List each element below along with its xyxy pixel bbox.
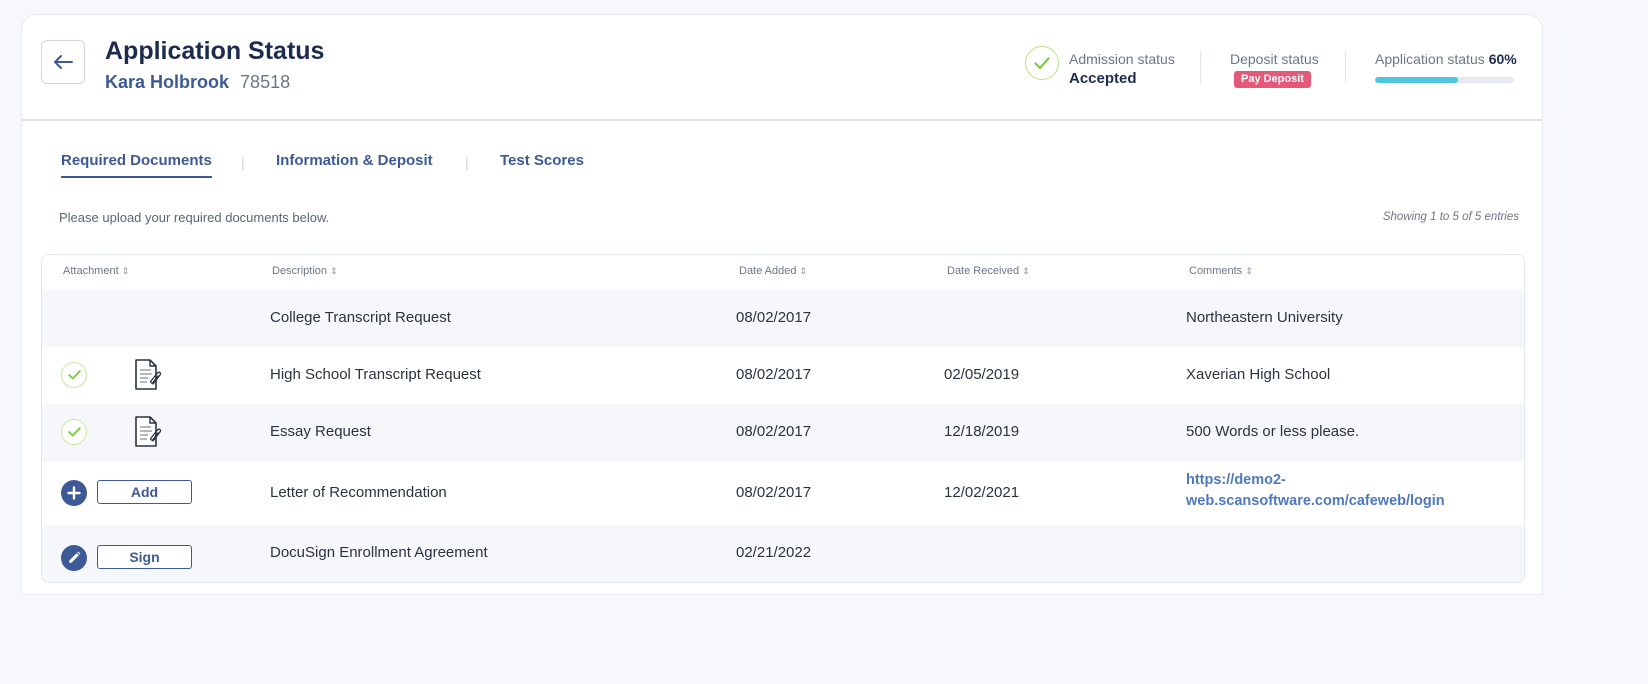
sort-icon: ⇕ bbox=[330, 266, 338, 276]
table-row: College Transcript Request 08/02/2017 No… bbox=[42, 290, 1524, 347]
add-attachment-icon-button[interactable] bbox=[61, 480, 87, 506]
table-row: Add Letter of Recommendation 08/02/2017 … bbox=[42, 461, 1524, 525]
row-description: Essay Request bbox=[270, 423, 371, 440]
table-header: Attachment ⇕ Description ⇕ Date Added ⇕ Dat… bbox=[42, 255, 1524, 290]
column-header-comments[interactable]: Comments ⇕ bbox=[1189, 265, 1253, 277]
column-header-description[interactable]: Description ⇕ bbox=[272, 265, 338, 277]
sign-button[interactable]: Sign bbox=[97, 545, 192, 569]
row-description: DocuSign Enrollment Agreement bbox=[270, 544, 488, 561]
status-divider bbox=[1345, 51, 1346, 84]
row-date-received: 12/18/2019 bbox=[944, 423, 1020, 440]
table-row: Sign DocuSign Enrollment Agreement 02/21… bbox=[42, 525, 1524, 582]
column-header-label: Date Added bbox=[739, 265, 797, 277]
column-header-label: Date Received bbox=[947, 265, 1020, 277]
table-row: High School Transcript Request 08/02/201… bbox=[42, 347, 1524, 404]
check-icon bbox=[67, 370, 81, 380]
student-id: 78518 bbox=[240, 72, 291, 92]
column-header-label: Comments bbox=[1189, 265, 1243, 277]
comment-link-line: web.scansoftware.com/cafeweb/login bbox=[1186, 493, 1445, 509]
column-header-label: Attachment bbox=[63, 265, 119, 277]
row-date-received: 12/02/2021 bbox=[944, 484, 1020, 501]
row-description: High School Transcript Request bbox=[270, 366, 481, 383]
received-check-indicator bbox=[61, 362, 87, 388]
comment-link-line: https://demo2- bbox=[1186, 472, 1286, 488]
row-date-added: 08/02/2017 bbox=[736, 366, 812, 383]
column-header-date-received[interactable]: Date Received ⇕ bbox=[947, 265, 1030, 277]
tab-separator: | bbox=[241, 154, 245, 170]
column-header-date-added[interactable]: Date Added ⇕ bbox=[739, 265, 807, 277]
column-header-attachment[interactable]: Attachment ⇕ bbox=[63, 265, 129, 277]
row-description: Letter of Recommendation bbox=[270, 484, 447, 501]
application-status-text: Application status bbox=[1375, 51, 1485, 67]
status-divider bbox=[1200, 51, 1201, 84]
admission-status-value: Accepted bbox=[1069, 70, 1137, 87]
document-attachment-icon[interactable] bbox=[133, 358, 163, 392]
application-progress-fill bbox=[1375, 77, 1459, 83]
check-icon bbox=[1034, 56, 1050, 69]
document-attachment-icon[interactable] bbox=[133, 415, 163, 449]
documents-table: Attachment ⇕ Description ⇕ Date Added ⇕ Dat… bbox=[41, 254, 1525, 583]
table-row: Essay Request 08/02/2017 12/18/2019 500 … bbox=[42, 404, 1524, 461]
row-description: College Transcript Request bbox=[270, 309, 451, 326]
deposit-status-label: Deposit status bbox=[1230, 51, 1319, 67]
sort-icon: ⇕ bbox=[1022, 266, 1030, 276]
back-button[interactable] bbox=[41, 40, 85, 84]
sort-icon: ⇕ bbox=[1245, 266, 1253, 276]
row-date-added: 08/02/2017 bbox=[736, 423, 812, 440]
tab-required-documents[interactable]: Required Documents bbox=[61, 152, 212, 178]
row-date-received: 02/05/2019 bbox=[944, 366, 1020, 383]
page-header: Application Status Kara Holbrook 78518 A… bbox=[22, 15, 1542, 121]
upload-instructions: Please upload your required documents be… bbox=[59, 210, 330, 225]
admission-status-indicator bbox=[1025, 46, 1059, 80]
sort-icon: ⇕ bbox=[121, 266, 130, 276]
pencil-icon bbox=[69, 551, 81, 563]
tab-separator: | bbox=[465, 154, 469, 170]
admission-status-label: Admission status bbox=[1069, 51, 1175, 67]
application-status-label: Application status 60% bbox=[1375, 51, 1517, 67]
student-info: Kara Holbrook 78518 bbox=[105, 72, 290, 93]
check-icon bbox=[67, 427, 81, 437]
sort-icon: ⇕ bbox=[799, 266, 808, 276]
row-comment: Northeastern University bbox=[1186, 309, 1343, 326]
entries-info: Showing 1 to 5 of 5 entries bbox=[1382, 211, 1519, 223]
application-status-card: Application Status Kara Holbrook 78518 A… bbox=[21, 14, 1543, 595]
row-date-added: 08/02/2017 bbox=[736, 484, 812, 501]
student-name: Kara Holbrook bbox=[105, 72, 230, 92]
pay-deposit-badge[interactable]: Pay Deposit bbox=[1234, 71, 1311, 88]
column-header-label: Description bbox=[272, 265, 328, 277]
application-status-percent: 60% bbox=[1488, 51, 1517, 67]
plus-icon bbox=[67, 486, 81, 500]
row-date-added: 02/21/2022 bbox=[736, 544, 812, 561]
arrow-left-icon bbox=[54, 55, 73, 69]
sign-document-icon-button[interactable] bbox=[61, 545, 87, 571]
application-progress-bar bbox=[1375, 77, 1514, 83]
comment-link[interactable]: https://demo2- web.scansoftware.com/cafe… bbox=[1186, 470, 1445, 512]
tab-information-deposit[interactable]: Information & Deposit bbox=[276, 152, 433, 169]
add-button[interactable]: Add bbox=[97, 480, 192, 504]
tab-test-scores[interactable]: Test Scores bbox=[500, 152, 584, 169]
page-title: Application Status bbox=[105, 37, 325, 65]
received-check-indicator bbox=[61, 419, 87, 445]
row-comment: 500 Words or less please. bbox=[1186, 423, 1360, 440]
row-date-added: 08/02/2017 bbox=[736, 309, 812, 326]
row-comment: Xaverian High School bbox=[1186, 366, 1331, 383]
